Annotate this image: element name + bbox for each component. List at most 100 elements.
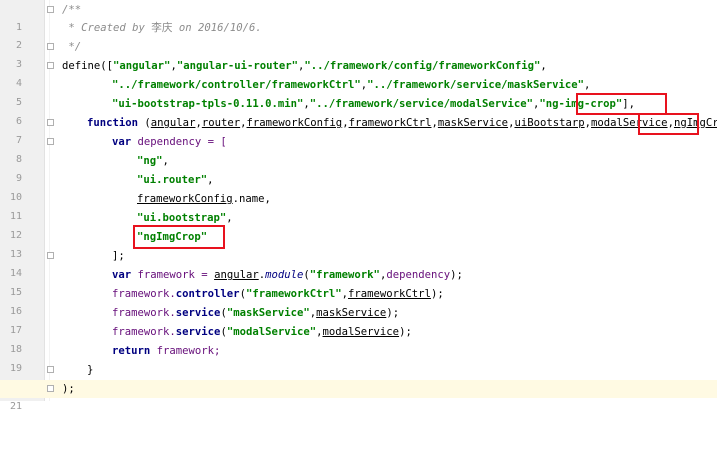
code-text: /** — [62, 1, 81, 19]
parameter: uiBootstarp — [514, 117, 585, 129]
code-line-1[interactable]: 1 /** — [0, 1, 717, 33]
code-token: , — [162, 155, 169, 167]
code-token: } — [87, 364, 94, 376]
code-line-15[interactable]: 15 var framework = angular.module("frame… — [0, 266, 717, 298]
fold-toggle-icon[interactable] — [47, 6, 54, 13]
code-line-10[interactable]: 10 "ui.router", — [0, 171, 717, 203]
code-line-4[interactable]: 4 define(["angular","angular-ui-router",… — [0, 57, 717, 89]
code-line-20[interactable]: 20 } — [0, 361, 717, 393]
string-literal: "angular" — [113, 60, 171, 72]
code-text: frameworkConfig.name, — [137, 190, 271, 208]
keyword: function — [87, 117, 139, 129]
fold-toggle-icon[interactable] — [47, 138, 54, 145]
code-line-21-current[interactable]: 21 ); — [0, 380, 717, 412]
code-token: , — [584, 79, 591, 91]
code-line-6[interactable]: 6 "ui-bootstrap-tpls-0.11.0.min","../fra… — [0, 95, 717, 127]
code-token: define([ — [62, 60, 114, 72]
fold-toggle-icon[interactable] — [47, 385, 54, 392]
parameter: angular — [150, 117, 196, 129]
string-literal: "ui.router" — [137, 174, 208, 186]
fold-toggle-icon[interactable] — [47, 62, 54, 69]
code-token: ]; — [112, 250, 125, 262]
fold-toggle-icon[interactable] — [47, 43, 54, 50]
code-token: .name, — [232, 193, 271, 205]
code-line-3[interactable]: 3 */ — [0, 38, 717, 70]
code-token: , — [226, 212, 233, 224]
parameter: frameworkConfig — [137, 193, 233, 205]
code-text: framework.controller("frameworkCtrl",fra… — [112, 285, 444, 303]
string-literal: "angular-ui-router" — [176, 60, 299, 72]
code-line-12[interactable]: 12 "ui.bootstrap", — [0, 209, 717, 241]
keyword: var — [112, 269, 132, 281]
code-line-5[interactable]: 5 "../framework/controller/frameworkCtrl… — [0, 76, 717, 108]
string-literal: "../framework/service/maskService" — [367, 79, 584, 91]
keyword: return — [112, 345, 151, 357]
fold-toggle-icon[interactable] — [47, 119, 54, 126]
code-token: ); — [386, 307, 400, 319]
code-line-11[interactable]: 11 frameworkConfig.name, — [0, 190, 717, 222]
code-text: ); — [62, 380, 75, 398]
code-line-18[interactable]: 18 framework.service("modalService",moda… — [0, 323, 717, 355]
code-line-16[interactable]: 16 framework.controller("frameworkCtrl",… — [0, 285, 717, 317]
comment-author: 李庆 — [151, 22, 173, 34]
string-literal-ng-img-crop-module: "ngImgCrop" — [137, 231, 208, 243]
code-text: define(["angular","angular-ui-router",".… — [62, 57, 547, 75]
code-line-2[interactable]: 2 * Created by 李庆 on 2016/10/6. — [0, 19, 717, 51]
code-text: framework.service("maskService",maskServ… — [112, 304, 399, 322]
parameter: maskService — [437, 117, 509, 129]
code-text: function (angular,router,frameworkConfig… — [87, 114, 717, 132]
code-text: * Created by 李庆 on 2016/10/6. — [62, 19, 262, 37]
code-token: framework; — [150, 345, 221, 357]
code-line-8[interactable]: 8 var dependency = [ — [0, 133, 717, 165]
parameter: router — [201, 117, 241, 129]
code-text: var framework = angular.module("framewor… — [112, 266, 463, 284]
parameter: modalService — [322, 326, 400, 338]
comment: on 2016/10/6. — [172, 22, 262, 34]
code-token: , — [540, 60, 547, 72]
code-line-9[interactable]: 9 "ng", — [0, 152, 717, 184]
method-name: module — [265, 269, 304, 281]
code-token: ); — [399, 326, 412, 338]
code-token: ); — [62, 383, 75, 395]
code-line-17[interactable]: 17 framework.service("maskService",maskS… — [0, 304, 717, 336]
code-token: ); — [430, 288, 444, 300]
parameter: frameworkCtrl — [348, 117, 432, 129]
string-literal: "../framework/controller/frameworkCtrl" — [112, 79, 361, 91]
fold-toggle-icon[interactable] — [47, 252, 54, 259]
code-token: framework. — [112, 307, 176, 319]
comment: * Created by — [62, 22, 152, 34]
method-name: service — [175, 307, 221, 319]
code-token: ], — [622, 98, 636, 110]
code-text: "ui.router", — [137, 171, 214, 189]
parameter: frameworkConfig — [246, 117, 343, 129]
code-line-19[interactable]: 19 return framework; — [0, 342, 717, 374]
string-literal: "../framework/service/modalService" — [309, 98, 533, 110]
code-text: "../framework/controller/frameworkCtrl",… — [112, 76, 590, 94]
string-literal: "../framework/config/frameworkConfig" — [304, 60, 541, 72]
string-literal: "modalService" — [226, 326, 317, 338]
code-token: , — [207, 174, 214, 186]
comment: */ — [62, 41, 82, 53]
code-text: return framework; — [112, 342, 220, 360]
string-literal: "ng" — [137, 155, 163, 167]
fold-toggle-icon[interactable] — [47, 366, 54, 373]
string-literal: "framework" — [309, 269, 380, 281]
code-token: ); — [450, 269, 463, 281]
string-literal: "ui.bootstrap" — [137, 212, 227, 224]
code-line-14[interactable]: 14 ]; — [0, 247, 717, 279]
comment: /** — [62, 4, 82, 16]
code-text: } — [87, 361, 93, 379]
code-text: "ui-bootstrap-tpls-0.11.0.min","../frame… — [112, 95, 635, 113]
code-token: framework = — [131, 269, 215, 281]
string-literal: "frameworkCtrl" — [245, 288, 342, 300]
code-token: dependency = [ — [131, 136, 227, 148]
code-text: "ng", — [137, 152, 169, 170]
code-text: framework.service("modalService",modalSe… — [112, 323, 412, 341]
code-text: ]; — [112, 247, 125, 265]
code-token: ( — [138, 117, 151, 129]
keyword: var — [112, 136, 132, 148]
code-line-7[interactable]: 7 function (angular,router,frameworkConf… — [0, 114, 717, 146]
code-line-13[interactable]: 13 "ngImgCrop" — [0, 228, 717, 260]
method-name: service — [175, 326, 221, 338]
code-editor[interactable]: 1 /** 2 * Created by 李庆 on 2016/10/6. 3 … — [0, 0, 717, 412]
